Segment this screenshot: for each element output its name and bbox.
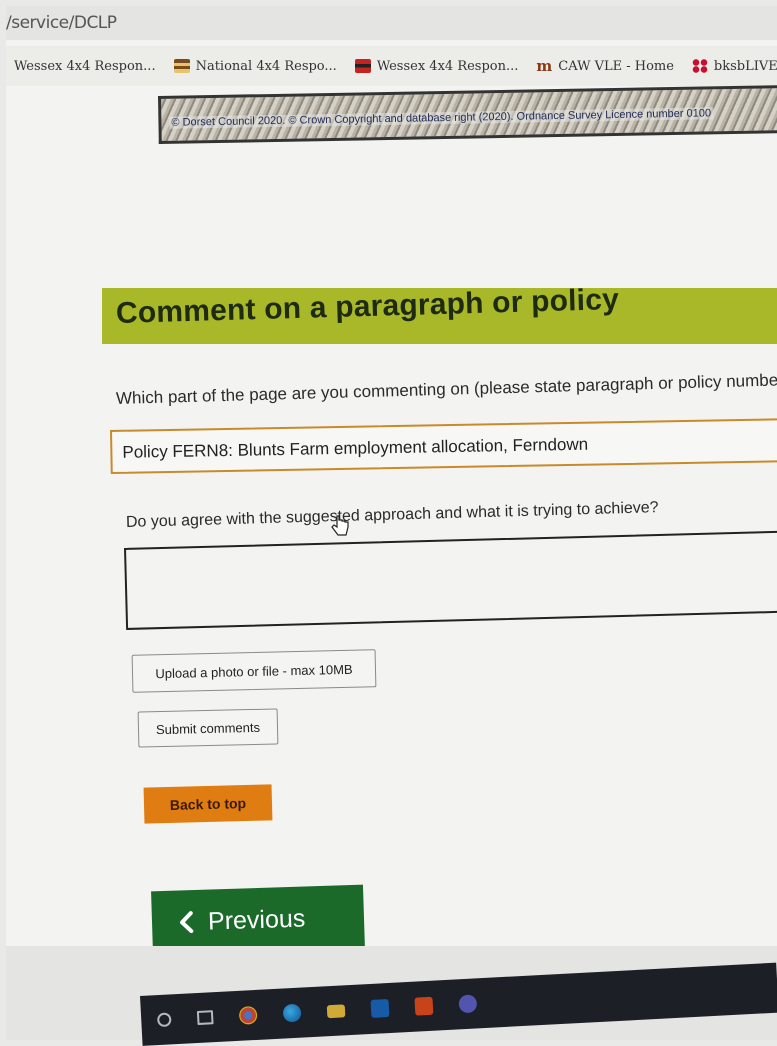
map-image[interactable]: © Dorset Council 2020. © Crown Copyright… [158, 84, 777, 144]
bookmark-label: CAW VLE - Home [558, 58, 674, 74]
monitor-screen: /service/DCLP Wessex 4x4 Respon... Natio… [6, 6, 777, 1040]
address-bar[interactable]: /service/DCLP [6, 6, 777, 40]
upload-file-label: Upload a photo or file - max 10MB [155, 661, 353, 681]
chevron-left-icon [178, 911, 195, 934]
submit-comments-label: Submit comments [155, 719, 261, 737]
teams-icon[interactable] [458, 994, 478, 1014]
flag-icon [354, 59, 371, 73]
hand-cursor-icon [330, 514, 350, 543]
bookmark-caw-vle[interactable]: m CAW VLE - Home [536, 57, 674, 75]
task-view-icon[interactable] [196, 1010, 214, 1026]
signpost-icon [173, 59, 190, 73]
bookmark-label: National 4x4 Respo... [195, 58, 337, 74]
question-2-label: Do you agree with the suggested approach… [125, 499, 659, 531]
outlook-icon[interactable] [370, 998, 390, 1018]
bookmark-label: bksbLIVE [713, 58, 777, 74]
bookmark-wessex-2[interactable]: Wessex 4x4 Respon... [354, 58, 519, 74]
section-header: Comment on a paragraph or policy [102, 283, 777, 344]
office-icon[interactable] [414, 996, 434, 1016]
section-title: Comment on a paragraph or policy [115, 282, 620, 330]
comment-textarea[interactable] [124, 530, 777, 630]
previous-label: Previous [207, 904, 306, 936]
submit-comments-button[interactable]: Submit comments [137, 708, 279, 748]
back-to-top-button[interactable]: Back to top [143, 784, 273, 824]
bookmark-wessex-1[interactable]: Wessex 4x4 Respon... [14, 59, 156, 74]
edge-icon[interactable] [282, 1003, 302, 1023]
grid-logo-icon [691, 59, 708, 73]
question-1-label: Which part of the page are you commentin… [115, 370, 777, 408]
policy-reference-field[interactable]: Policy FERN8: Blunts Farm employment all… [110, 418, 777, 474]
policy-reference-value: Policy FERN8: Blunts Farm employment all… [122, 434, 589, 462]
map-attribution: © Dorset Council 2020. © Crown Copyright… [169, 107, 714, 129]
address-text[interactable]: /service/DCLP [6, 13, 117, 33]
chrome-icon[interactable] [238, 1005, 258, 1025]
search-icon[interactable] [156, 1012, 172, 1028]
bookmarks-bar: Wessex 4x4 Respon... National 4x4 Respo.… [6, 46, 777, 86]
back-to-top-label: Back to top [169, 795, 247, 813]
bookmark-label: Wessex 4x4 Respon... [14, 58, 156, 74]
file-explorer-icon[interactable] [326, 1003, 346, 1018]
bookmark-bksblive[interactable]: bksbLIVE [691, 58, 777, 74]
m-logo-icon: m [536, 57, 553, 75]
previous-button[interactable]: Previous [151, 884, 365, 956]
bookmark-label: Wessex 4x4 Respon... [376, 58, 519, 74]
upload-file-button[interactable]: Upload a photo or file - max 10MB [131, 649, 377, 693]
bookmark-national[interactable]: National 4x4 Respo... [173, 58, 337, 74]
